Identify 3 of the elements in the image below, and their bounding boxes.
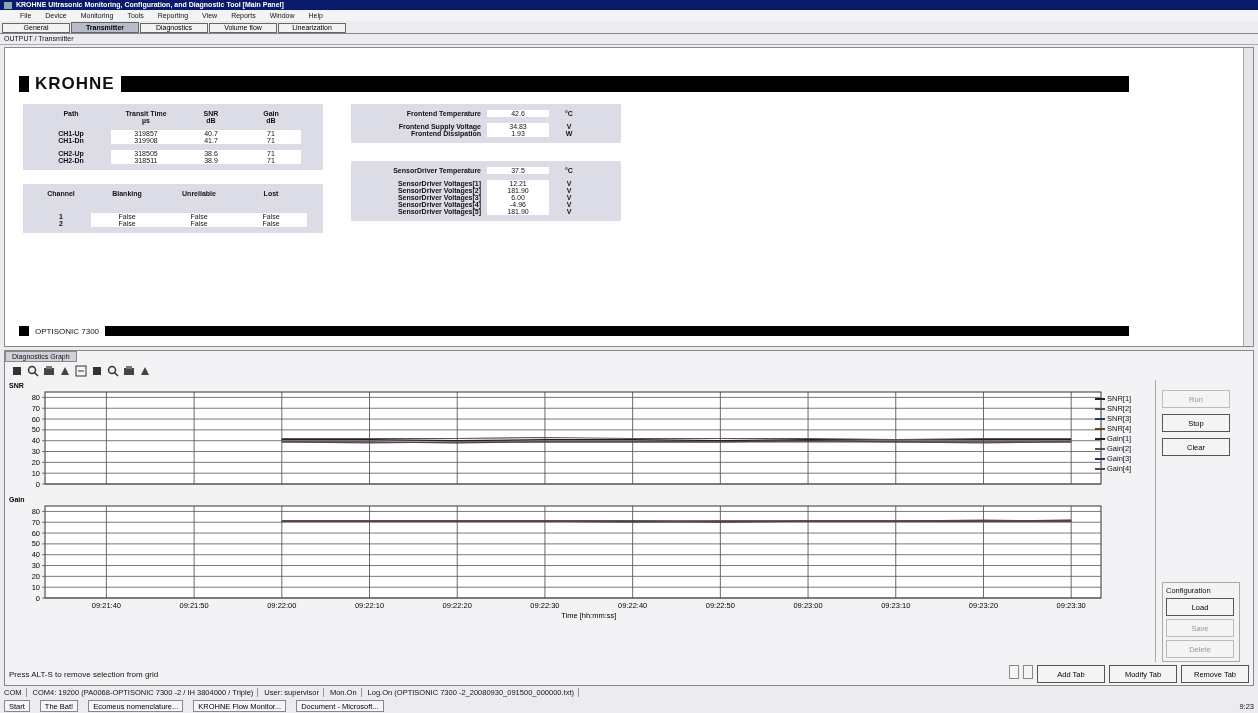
hint-text: Press ALT-S to remove selection from grid (9, 669, 159, 679)
device-name: OPTISONIC 7300 (35, 326, 100, 336)
brand-logo: KROHNE (35, 74, 115, 94)
